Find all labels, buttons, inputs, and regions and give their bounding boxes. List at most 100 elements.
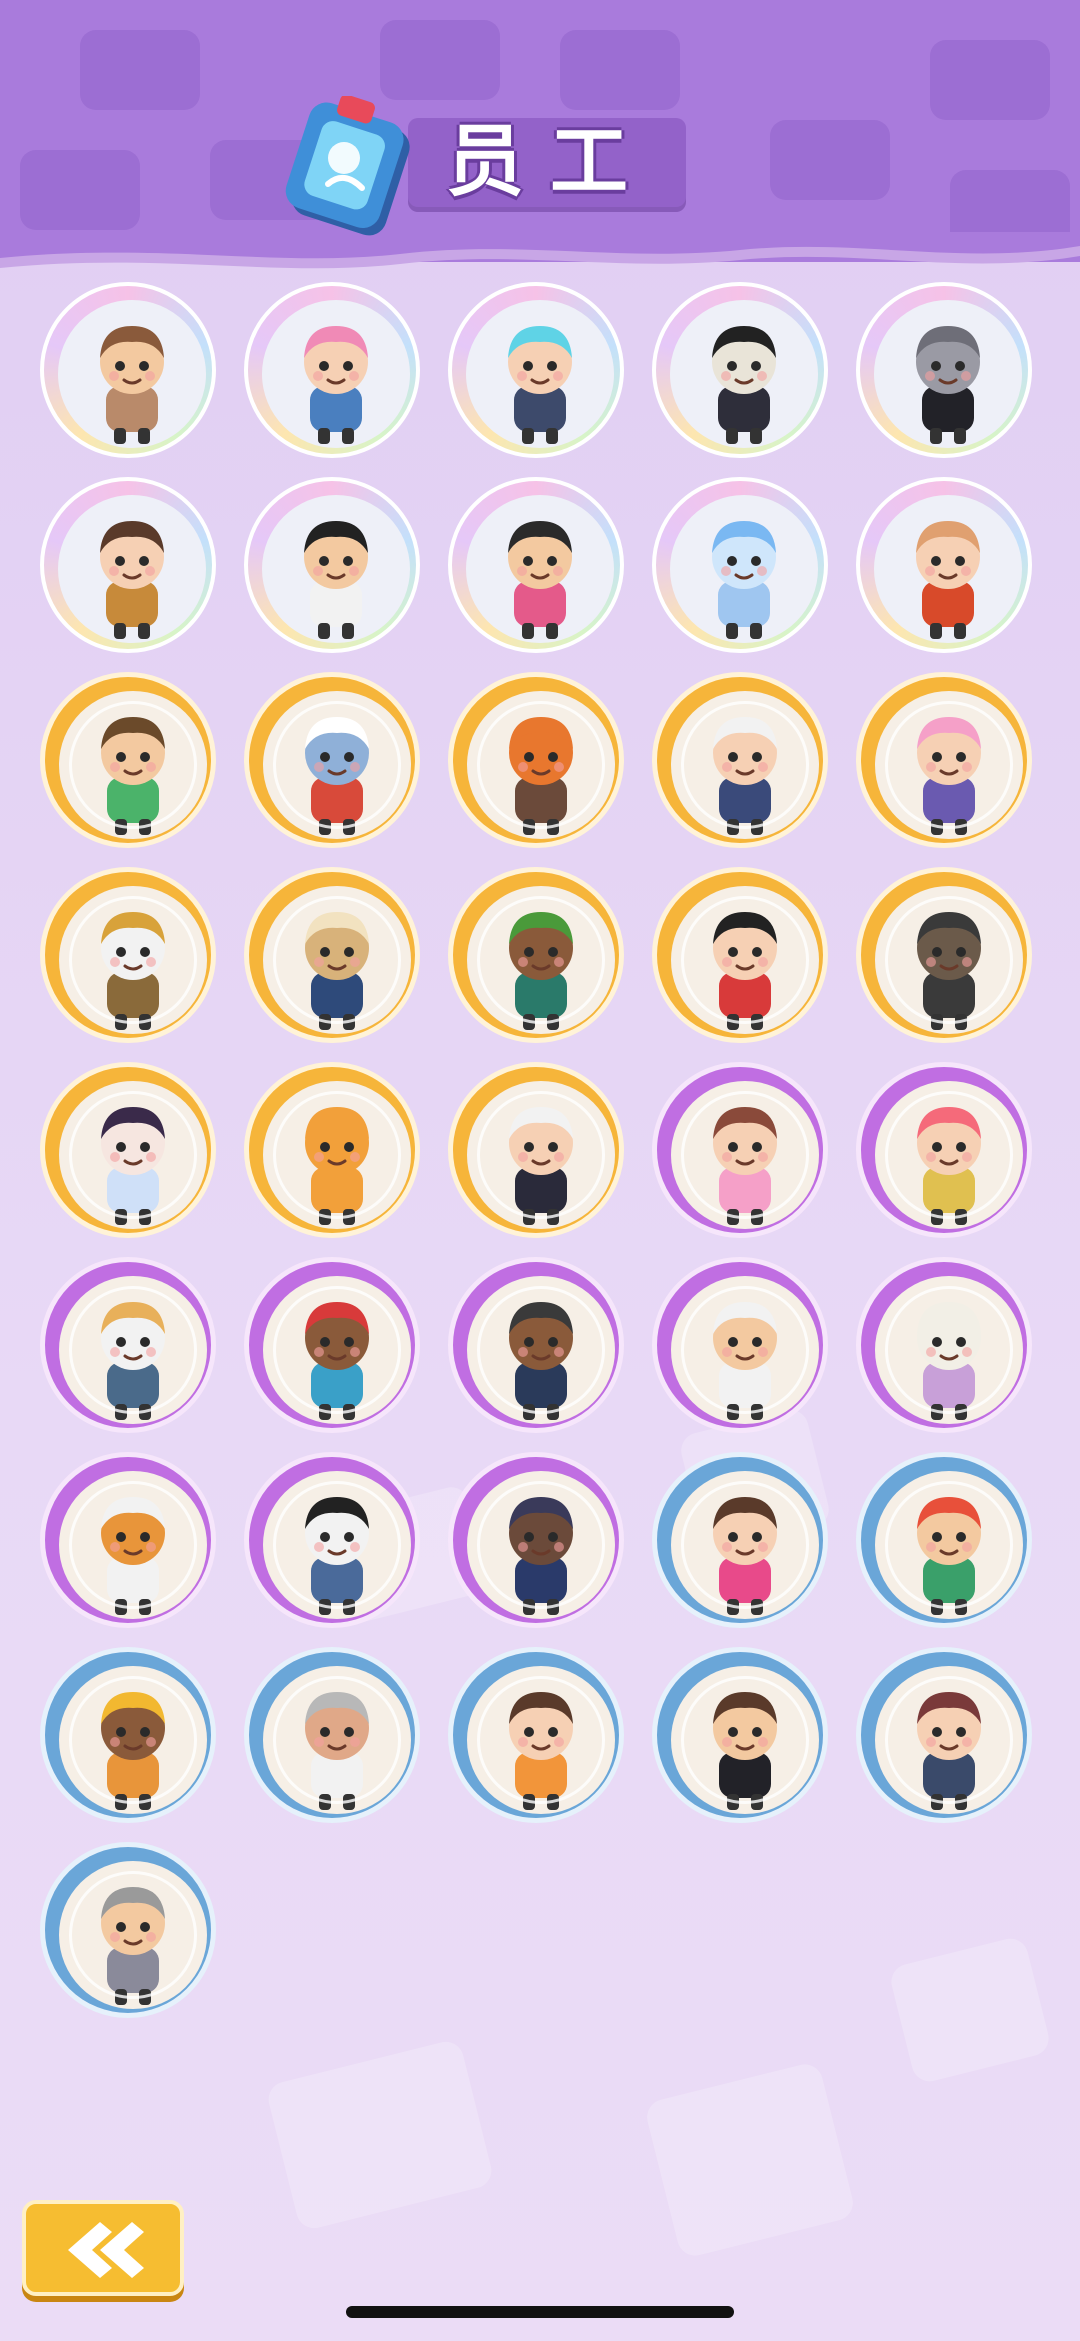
avatar-inner-ring <box>69 1676 197 1804</box>
staff-avatar[interactable] <box>652 1257 828 1433</box>
staff-portrait <box>58 300 206 448</box>
staff-portrait <box>262 495 410 643</box>
staff-avatar[interactable] <box>244 1647 420 1823</box>
avatar-inner-ring <box>681 701 809 829</box>
home-indicator <box>346 2306 734 2318</box>
staff-avatar[interactable] <box>448 1647 624 1823</box>
staff-portrait <box>58 495 206 643</box>
avatar-inner-ring <box>477 1481 605 1609</box>
avatar-inner-ring <box>273 896 401 1024</box>
avatar-inner-ring <box>477 1286 605 1414</box>
blue-ghost-girl-character <box>712 521 776 639</box>
avatar-inner-ring <box>69 1481 197 1609</box>
staff-avatar[interactable] <box>40 1062 216 1238</box>
staff-avatar[interactable] <box>856 1647 1032 1823</box>
avatar-inner-ring <box>477 896 605 1024</box>
staff-avatar[interactable] <box>856 282 1032 458</box>
wolf-gentleman-character <box>916 326 980 444</box>
avatar-inner-ring <box>477 701 605 829</box>
avatar-inner-ring <box>885 701 1013 829</box>
staff-avatar[interactable] <box>40 1842 216 2018</box>
staff-avatar[interactable] <box>40 477 216 653</box>
staff-avatar[interactable] <box>856 1452 1032 1628</box>
twin-girls-character <box>916 521 980 639</box>
avatar-inner-ring <box>885 1676 1013 1804</box>
avatar-inner-ring <box>69 896 197 1024</box>
staff-avatar[interactable] <box>244 1257 420 1433</box>
staff-avatar[interactable] <box>244 867 420 1043</box>
staff-avatar[interactable] <box>448 867 624 1043</box>
staff-avatar[interactable] <box>448 1062 624 1238</box>
avatar-inner-ring <box>477 1676 605 1804</box>
staff-avatar[interactable] <box>244 477 420 653</box>
glasses-man-character <box>304 521 368 639</box>
avatar-inner-ring <box>681 896 809 1024</box>
page-title: 员工 <box>446 117 655 207</box>
avatar-inner-ring <box>273 1286 401 1414</box>
staff-avatar[interactable] <box>856 672 1032 848</box>
avatar-inner-ring <box>273 701 401 829</box>
avatar-inner-ring <box>885 1091 1013 1219</box>
staff-avatar[interactable] <box>40 1452 216 1628</box>
staff-avatar[interactable] <box>448 1257 624 1433</box>
staff-avatar[interactable] <box>244 672 420 848</box>
avatar-inner-ring <box>681 1091 809 1219</box>
staff-avatar[interactable] <box>856 1257 1032 1433</box>
staff-portrait <box>466 495 614 643</box>
staff-avatar[interactable] <box>652 1062 828 1238</box>
staff-avatar[interactable] <box>652 1452 828 1628</box>
staff-avatar[interactable] <box>652 282 828 458</box>
staff-avatar[interactable] <box>40 672 216 848</box>
staff-avatar[interactable] <box>652 477 828 653</box>
chevron-left-icon <box>68 2222 144 2278</box>
avatar-inner-ring <box>885 896 1013 1024</box>
bun-hair-chef-character <box>508 521 572 639</box>
avatar-inner-ring <box>681 1481 809 1609</box>
staff-portrait <box>670 300 818 448</box>
staff-avatar[interactable] <box>244 282 420 458</box>
avatar-inner-ring <box>273 1091 401 1219</box>
staff-avatar[interactable] <box>856 867 1032 1043</box>
avatar-inner-ring <box>69 1286 197 1414</box>
staff-avatar[interactable] <box>448 1452 624 1628</box>
staff-portrait <box>874 495 1022 643</box>
avatar-inner-ring <box>69 1871 197 1999</box>
old-man-glasses-character <box>100 326 164 444</box>
staff-avatar[interactable] <box>40 1257 216 1433</box>
staff-portrait <box>874 300 1022 448</box>
staff-avatar[interactable] <box>856 1062 1032 1238</box>
staff-avatar[interactable] <box>652 1647 828 1823</box>
staff-avatar[interactable] <box>448 672 624 848</box>
staff-avatar[interactable] <box>40 1647 216 1823</box>
staff-avatar[interactable] <box>448 477 624 653</box>
staff-card-icon <box>285 96 410 236</box>
witch-girl-character <box>304 326 368 444</box>
avatar-inner-ring <box>273 1676 401 1804</box>
avatar-inner-ring <box>69 1091 197 1219</box>
avatar-inner-ring <box>69 701 197 829</box>
staff-portrait <box>670 495 818 643</box>
background-book-shape <box>643 2060 857 2260</box>
background-book-shape <box>264 2038 496 2232</box>
staff-avatar[interactable] <box>244 1062 420 1238</box>
staff-avatar[interactable] <box>244 1452 420 1628</box>
background-book-shape <box>887 1934 1053 2086</box>
staff-avatar[interactable] <box>856 477 1032 653</box>
avatar-inner-ring <box>885 1286 1013 1414</box>
avatar-inner-ring <box>885 1481 1013 1609</box>
staff-avatar[interactable] <box>40 867 216 1043</box>
staff-portrait <box>262 300 410 448</box>
staff-avatar[interactable] <box>40 282 216 458</box>
staff-avatar[interactable] <box>448 282 624 458</box>
cat-ear-girl-character <box>100 521 164 639</box>
avatar-inner-ring <box>273 1481 401 1609</box>
staff-avatar[interactable] <box>652 867 828 1043</box>
back-button[interactable] <box>22 2200 184 2296</box>
avatar-inner-ring <box>681 1676 809 1804</box>
avatar-inner-ring <box>477 1091 605 1219</box>
staff-portrait <box>466 300 614 448</box>
avatar-inner-ring <box>681 1286 809 1414</box>
cyan-hair-swordsman-character <box>508 326 572 444</box>
staff-avatar[interactable] <box>652 672 828 848</box>
jiangshi-character <box>712 326 776 444</box>
